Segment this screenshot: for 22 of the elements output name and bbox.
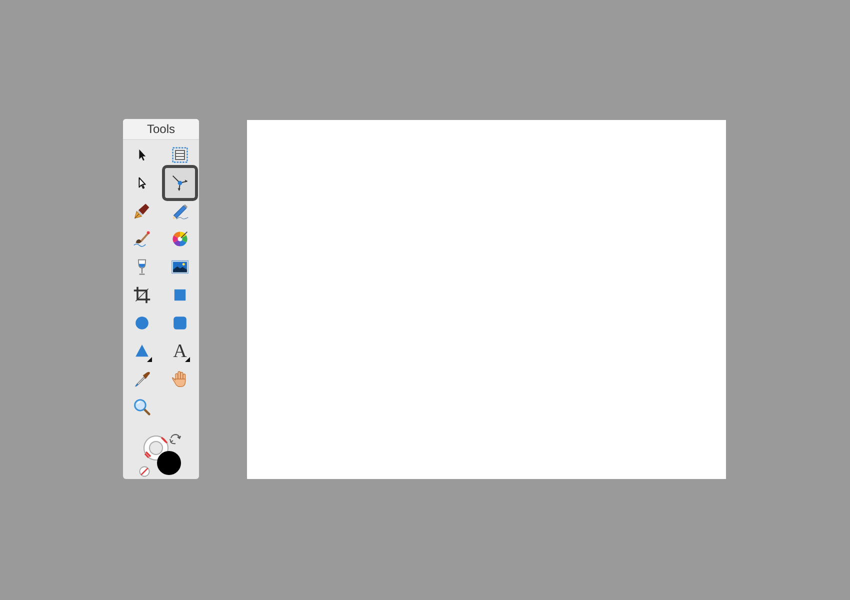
- submenu-corner-icon: [147, 357, 152, 362]
- swap-arrows-icon[interactable]: [169, 433, 181, 445]
- square-icon: [172, 287, 188, 303]
- pencil-icon: [171, 202, 189, 220]
- fountain-pen-icon: [133, 202, 151, 220]
- tool-button[interactable]: A: [165, 338, 195, 364]
- stroke-color-well[interactable]: [156, 450, 182, 476]
- no-color-icon[interactable]: [139, 466, 150, 477]
- triangle-icon: [134, 343, 150, 359]
- circle-icon: [134, 315, 150, 331]
- panel-title: Tools: [146, 122, 175, 136]
- dashed-frame-icon: [171, 146, 189, 164]
- landscape-picture-icon: [171, 258, 189, 276]
- vector-node-icon: [171, 174, 189, 192]
- paintbrush-icon: [133, 230, 151, 248]
- color-wheel-icon: [171, 230, 189, 248]
- tool-button[interactable]: [162, 165, 198, 201]
- crop-icon: [133, 286, 151, 304]
- eyedropper-icon: [133, 370, 151, 388]
- submenu-corner-icon: [185, 357, 190, 362]
- rounded-square-icon: [172, 315, 188, 331]
- search-icon: [133, 398, 151, 416]
